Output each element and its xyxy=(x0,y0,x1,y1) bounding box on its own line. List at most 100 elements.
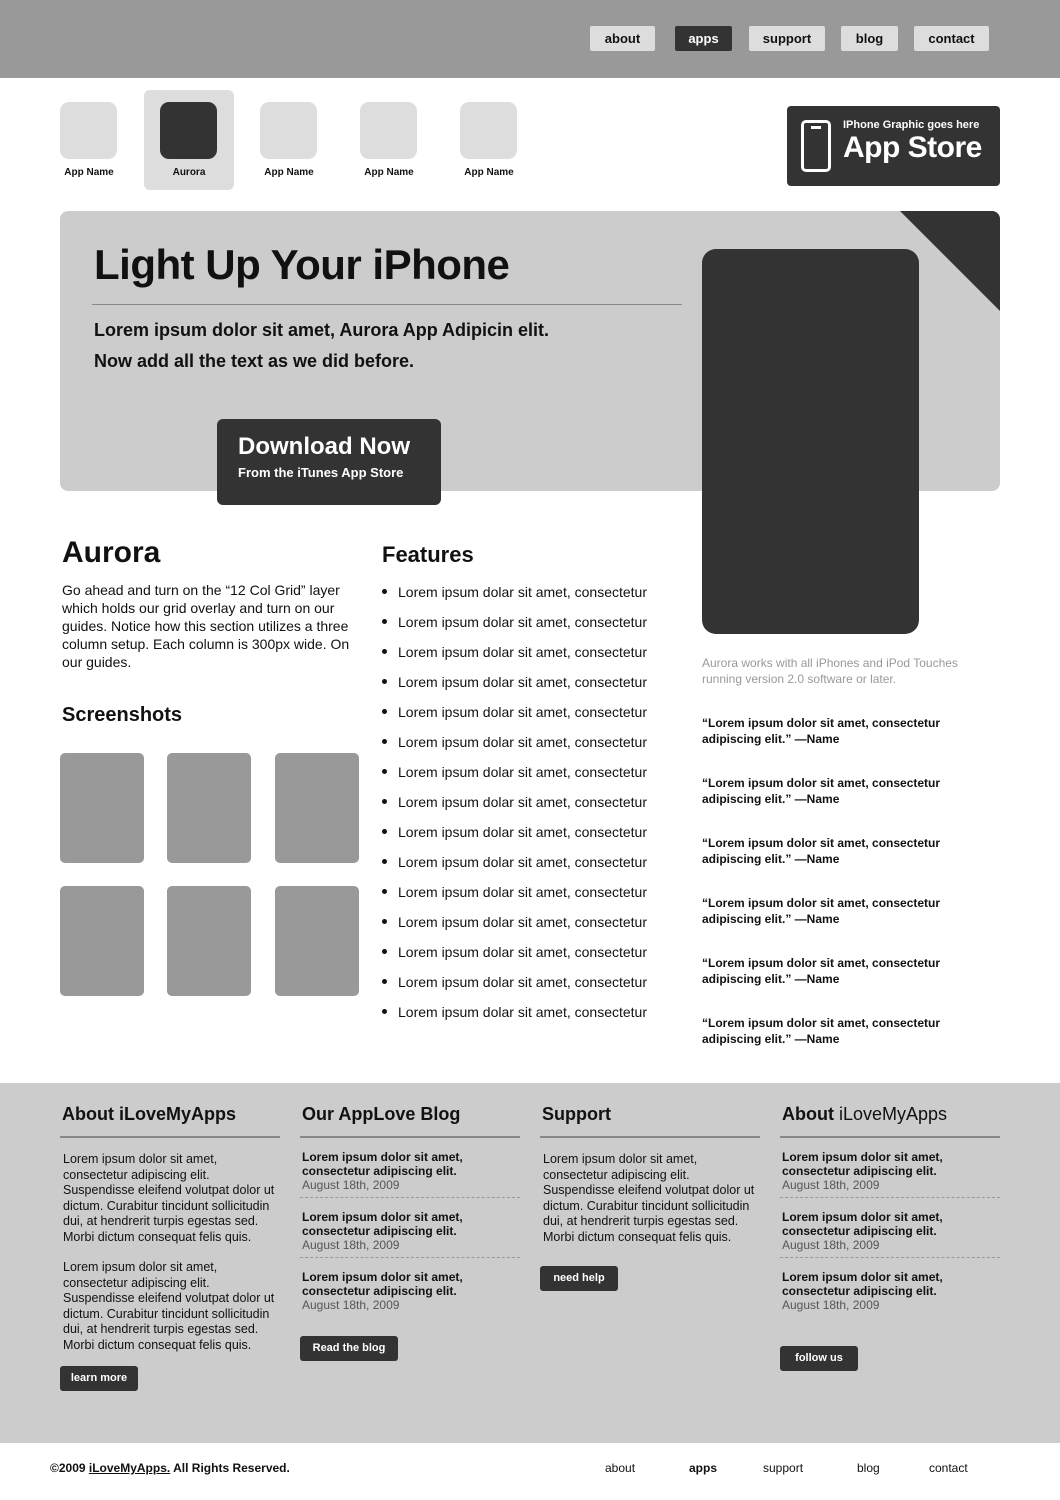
app-description: Go ahead and turn on the “12 Col Grid” l… xyxy=(62,582,350,670)
blog-post-title[interactable]: Lorem ipsum dolor sit amet, consectetur … xyxy=(302,1270,518,1298)
screenshots-heading: Screenshots xyxy=(62,704,183,726)
blog-post-date: August 18th, 2009 xyxy=(302,1238,400,1252)
download-now-button[interactable]: Download Now From the iTunes App Store xyxy=(217,419,441,505)
app-title: Aurora xyxy=(62,536,161,569)
nav-support[interactable]: support xyxy=(749,26,825,51)
copyright-brand-link[interactable]: iLoveMyApps. xyxy=(89,1461,170,1475)
nav-blog[interactable]: blog xyxy=(841,26,898,51)
footer-nav-support[interactable]: support xyxy=(763,1461,803,1475)
feature-item: Lorem ipsum dolar sit amet, consectetur xyxy=(382,942,682,972)
copyright-prefix: ©2009 xyxy=(50,1461,89,1475)
news-post[interactable]: Lorem ipsum dolor sit amet, consectetur … xyxy=(780,1258,1000,1318)
news-post-date: August 18th, 2009 xyxy=(782,1178,880,1192)
footer-nav-contact[interactable]: contact xyxy=(929,1461,968,1475)
app-tile[interactable]: App Name xyxy=(444,90,534,190)
feature-item: Lorem ipsum dolar sit amet, consectetur xyxy=(382,642,682,672)
news-post[interactable]: Lorem ipsum dolor sit amet, consectetur … xyxy=(780,1138,1000,1198)
app-label: App Name xyxy=(264,167,314,178)
footer-support-paragraph: Lorem ipsum dolor sit amet, consectetur … xyxy=(543,1152,755,1244)
blog-post-title[interactable]: Lorem ipsum dolor sit amet, consectetur … xyxy=(302,1210,518,1238)
testimonial: “Lorem ipsum dolor sit amet, consectetur… xyxy=(702,776,941,806)
app-icon xyxy=(260,102,317,159)
read-the-blog-button[interactable]: Read the blog xyxy=(300,1336,398,1361)
footer-about-title: About iLoveMyApps xyxy=(60,1104,280,1138)
news-post-title[interactable]: Lorem ipsum dolor sit amet, consectetur … xyxy=(782,1150,998,1178)
iphone-icon xyxy=(801,120,831,172)
phone-preview-image xyxy=(702,249,919,634)
screenshot-thumbnail[interactable] xyxy=(60,753,144,863)
blog-post-list: Lorem ipsum dolor sit amet, consectetur … xyxy=(300,1138,520,1318)
app-store-small-text: IPhone Graphic goes here xyxy=(843,119,980,131)
app-label: App Name xyxy=(364,167,414,178)
hero-title: Light Up Your iPhone xyxy=(94,241,510,288)
feature-item: Lorem ipsum dolar sit amet, consectetur xyxy=(382,762,682,792)
download-title: Download Now xyxy=(238,433,410,460)
feature-item: Lorem ipsum dolar sit amet, consectetur xyxy=(382,912,682,942)
news-post-date: August 18th, 2009 xyxy=(782,1238,880,1252)
feature-item: Lorem ipsum dolar sit amet, consectetur xyxy=(382,1002,682,1032)
hero-line-2: Now add all the text as we did before. xyxy=(94,351,415,371)
app-label: Aurora xyxy=(172,167,206,178)
news-post-title[interactable]: Lorem ipsum dolor sit amet, consectetur … xyxy=(782,1270,998,1298)
testimonial: “Lorem ipsum dolor sit amet, consectetur… xyxy=(702,896,941,926)
footer-about2-title-light: iLoveMyApps xyxy=(833,1104,948,1124)
compatibility-note: Aurora works with all iPhones and iPod T… xyxy=(702,656,958,686)
nav-contact[interactable]: contact xyxy=(914,26,989,51)
app-tile[interactable]: App Name xyxy=(44,90,134,190)
feature-item: Lorem ipsum dolar sit amet, consectetur xyxy=(382,702,682,732)
feature-item: Lorem ipsum dolar sit amet, consectetur xyxy=(382,882,682,912)
app-tile-aurora[interactable]: Aurora xyxy=(144,90,234,190)
features-heading: Features xyxy=(382,542,474,567)
app-label: App Name xyxy=(64,167,114,178)
app-tile[interactable]: App Name xyxy=(344,90,434,190)
hero-line-1: Lorem ipsum dolor sit amet, Aurora App A… xyxy=(94,320,550,340)
blog-post[interactable]: Lorem ipsum dolor sit amet, consectetur … xyxy=(300,1138,520,1198)
testimonial: “Lorem ipsum dolor sit amet, consectetur… xyxy=(702,1016,941,1046)
footer-about-paragraph: Lorem ipsum dolor sit amet, consectetur … xyxy=(63,1152,275,1244)
screenshot-thumbnail[interactable] xyxy=(275,753,359,863)
footer-support-text: Lorem ipsum dolor sit amet, consectetur … xyxy=(540,1138,760,1245)
blog-post-title[interactable]: Lorem ipsum dolor sit amet, consectetur … xyxy=(302,1150,518,1178)
feature-item: Lorem ipsum dolar sit amet, consectetur xyxy=(382,672,682,702)
footer-about-column: About iLoveMyApps Lorem ipsum dolor sit … xyxy=(60,1104,280,1353)
blog-post-date: August 18th, 2009 xyxy=(302,1298,400,1312)
feature-item: Lorem ipsum dolar sit amet, consectetur xyxy=(382,582,682,612)
hero-text: Lorem ipsum dolor sit amet, Aurora App A… xyxy=(94,315,549,377)
footer-about2-title-bold: About xyxy=(782,1104,834,1124)
need-help-button[interactable]: need help xyxy=(540,1266,618,1291)
news-post[interactable]: Lorem ipsum dolor sit amet, consectetur … xyxy=(780,1198,1000,1258)
app-icon xyxy=(60,102,117,159)
about2-post-list: Lorem ipsum dolor sit amet, consectetur … xyxy=(780,1138,1000,1318)
app-label: App Name xyxy=(464,167,514,178)
news-post-title[interactable]: Lorem ipsum dolor sit amet, consectetur … xyxy=(782,1210,998,1238)
app-store-badge[interactable]: IPhone Graphic goes here App Store xyxy=(787,106,1000,186)
nav-about[interactable]: about xyxy=(590,26,655,51)
footer-about-text: Lorem ipsum dolor sit amet, consectetur … xyxy=(60,1138,280,1353)
feature-item: Lorem ipsum dolar sit amet, consectetur xyxy=(382,792,682,822)
app-tile[interactable]: App Name xyxy=(244,90,334,190)
footer-nav-apps[interactable]: apps xyxy=(689,1461,717,1475)
screenshot-thumbnail[interactable] xyxy=(167,886,251,996)
footer-about2-title: About iLoveMyApps xyxy=(780,1104,1000,1138)
download-subtitle: From the iTunes App Store xyxy=(238,465,404,480)
blog-post[interactable]: Lorem ipsum dolor sit amet, consectetur … xyxy=(300,1198,520,1258)
blog-post-date: August 18th, 2009 xyxy=(302,1178,400,1192)
copyright: ©2009 iLoveMyApps. All Rights Reserved. xyxy=(50,1461,290,1475)
feature-item: Lorem ipsum dolar sit amet, consectetur xyxy=(382,732,682,762)
top-bar: about apps support blog contact xyxy=(0,0,1060,78)
news-post-date: August 18th, 2009 xyxy=(782,1298,880,1312)
screenshot-thumbnail[interactable] xyxy=(60,886,144,996)
testimonial: “Lorem ipsum dolor sit amet, consectetur… xyxy=(702,716,941,746)
screenshot-thumbnail[interactable] xyxy=(167,753,251,863)
footer-support-title: Support xyxy=(540,1104,760,1138)
footer-nav-blog[interactable]: blog xyxy=(857,1461,880,1475)
screenshot-thumbnail[interactable] xyxy=(275,886,359,996)
learn-more-button[interactable]: learn more xyxy=(60,1366,138,1391)
app-icon xyxy=(160,102,217,159)
footer-nav-about[interactable]: about xyxy=(605,1461,635,1475)
nav-apps[interactable]: apps xyxy=(675,26,732,51)
copyright-suffix: All Rights Reserved. xyxy=(170,1461,290,1475)
footer-about-paragraph: Lorem ipsum dolor sit amet, consectetur … xyxy=(63,1260,275,1352)
blog-post[interactable]: Lorem ipsum dolor sit amet, consectetur … xyxy=(300,1258,520,1318)
follow-us-button[interactable]: follow us xyxy=(780,1346,858,1371)
